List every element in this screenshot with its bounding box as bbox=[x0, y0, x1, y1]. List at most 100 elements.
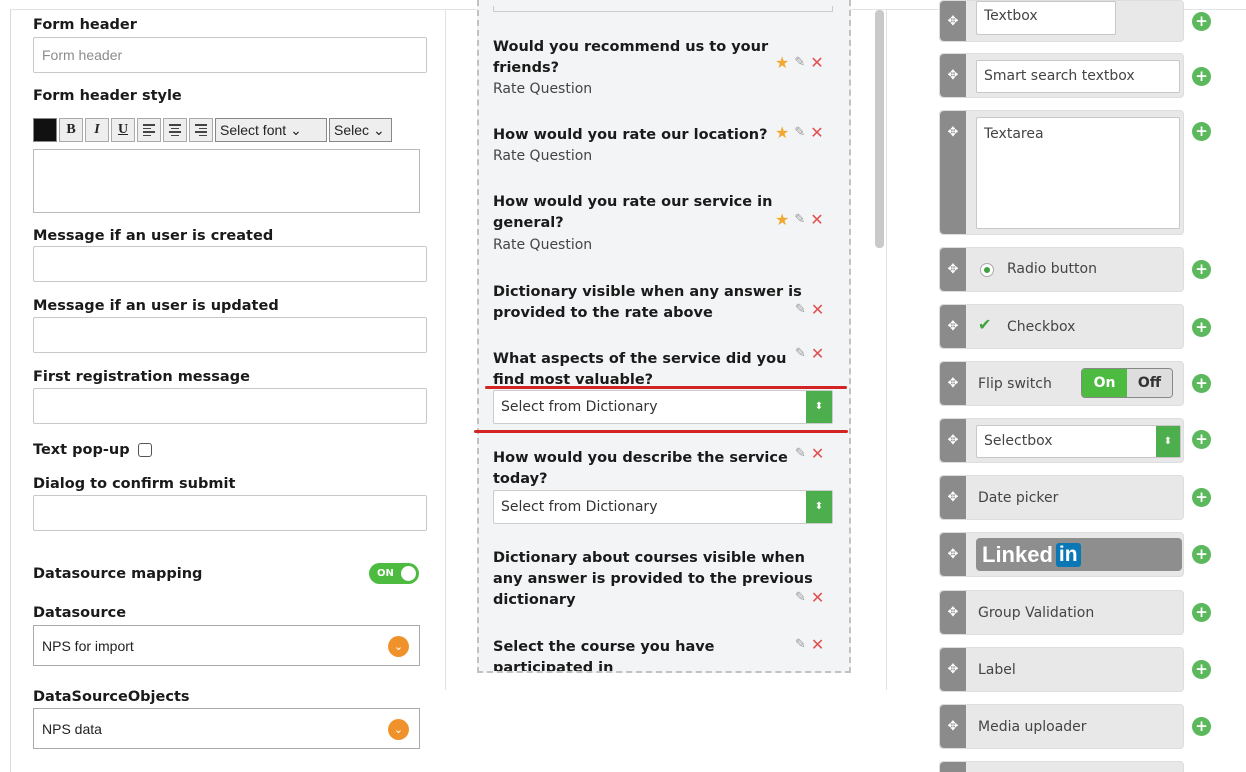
question-title: What aspects of the service did you find… bbox=[493, 351, 787, 388]
delete-icon[interactable]: ✕ bbox=[811, 300, 824, 319]
question-type: Rate Question bbox=[493, 148, 593, 164]
align-left-button[interactable] bbox=[137, 118, 161, 142]
pencil-icon[interactable]: ✎ bbox=[795, 346, 806, 361]
pencil-icon[interactable]: ✎ bbox=[795, 302, 806, 317]
move-icon[interactable]: ✥ bbox=[940, 54, 966, 97]
palette-item-textarea[interactable]: ✥ Textarea bbox=[939, 110, 1184, 235]
palette-item-next[interactable] bbox=[939, 761, 1184, 772]
form-header-placeholder: Form header bbox=[42, 47, 123, 63]
palette-item-date-picker[interactable]: ✥ Date picker bbox=[939, 475, 1184, 520]
align-right-button[interactable] bbox=[189, 118, 213, 142]
plus-icon[interactable]: + bbox=[1192, 318, 1211, 337]
move-icon[interactable]: ✥ bbox=[940, 591, 966, 634]
star-icon: ★ bbox=[775, 210, 790, 229]
palette-item-label[interactable]: ✥ Label bbox=[939, 647, 1184, 692]
delete-icon[interactable]: ✕ bbox=[811, 635, 824, 654]
plus-icon[interactable]: + bbox=[1192, 488, 1211, 507]
move-icon[interactable]: ✥ bbox=[940, 533, 966, 576]
flip-off: Off bbox=[1127, 369, 1172, 397]
pencil-icon[interactable]: ✎ bbox=[795, 590, 806, 605]
move-icon[interactable]: ✥ bbox=[940, 111, 966, 234]
delete-icon[interactable]: ✕ bbox=[811, 344, 824, 363]
datasource-mapping-toggle[interactable]: ON bbox=[369, 563, 419, 584]
select-arrows-icon: ⬍ bbox=[806, 491, 832, 523]
palette-item-linkedin[interactable]: ✥ Linked in bbox=[939, 532, 1184, 577]
move-icon[interactable] bbox=[940, 762, 966, 772]
dialog-confirm-input[interactable] bbox=[33, 495, 427, 531]
dso-value: NPS data bbox=[42, 721, 102, 737]
palette-item-media-uploader[interactable]: ✥ Media uploader bbox=[939, 704, 1184, 749]
highlight-line-top bbox=[485, 386, 847, 389]
plus-icon[interactable]: + bbox=[1192, 122, 1211, 141]
msg-created-input[interactable] bbox=[33, 246, 427, 282]
pencil-icon[interactable]: ✎ bbox=[794, 212, 805, 227]
text-popup-checkbox[interactable] bbox=[138, 443, 152, 457]
move-icon[interactable]: ✥ bbox=[940, 248, 966, 291]
flip-switch[interactable]: On Off bbox=[1081, 368, 1173, 398]
form-header-input[interactable]: Form header bbox=[33, 37, 427, 73]
middle-column-divider bbox=[886, 10, 887, 690]
plus-icon[interactable]: + bbox=[1192, 660, 1211, 679]
question-title: Would you recommend us to your friends? bbox=[493, 39, 769, 76]
scrollbar[interactable] bbox=[875, 10, 884, 248]
palette-textbox-label: Textbox bbox=[976, 1, 1116, 35]
color-picker-button[interactable] bbox=[33, 118, 57, 142]
dictionary-select[interactable]: Select from Dictionary ⬍ bbox=[493, 490, 833, 524]
move-icon[interactable]: ✥ bbox=[940, 305, 966, 348]
pencil-icon[interactable]: ✎ bbox=[794, 125, 805, 140]
question-title: Dictionary visible when any answer is pr… bbox=[493, 284, 802, 321]
plus-icon[interactable]: + bbox=[1192, 374, 1211, 393]
form-header-style-textarea[interactable] bbox=[33, 149, 420, 213]
plus-icon[interactable]: + bbox=[1192, 430, 1211, 449]
plus-icon[interactable]: + bbox=[1192, 717, 1211, 736]
underline-button[interactable]: U bbox=[111, 118, 135, 142]
delete-icon[interactable]: ✕ bbox=[811, 444, 824, 463]
font-select[interactable]: Select font ⌄ bbox=[215, 118, 327, 142]
text-popup-label: Text pop-up bbox=[33, 442, 130, 458]
datasource-value: NPS for import bbox=[42, 638, 134, 654]
palette-group-validation-label: Group Validation bbox=[978, 605, 1095, 621]
palette-item-flip-switch[interactable]: ✥ Flip switch On Off bbox=[939, 361, 1184, 406]
move-icon[interactable]: ✥ bbox=[940, 1, 966, 41]
highlight-line-bottom bbox=[474, 430, 848, 433]
move-icon[interactable]: ✥ bbox=[940, 476, 966, 519]
palette-textarea-label: Textarea bbox=[976, 117, 1180, 229]
pencil-icon[interactable]: ✎ bbox=[795, 446, 806, 461]
msg-updated-input[interactable] bbox=[33, 317, 427, 353]
dso-label: DataSourceObjects bbox=[33, 689, 190, 705]
move-icon[interactable]: ✥ bbox=[940, 648, 966, 691]
checkmark-icon: ✔ bbox=[978, 315, 992, 334]
delete-icon[interactable]: ✕ bbox=[810, 210, 823, 229]
flip-on: On bbox=[1082, 369, 1127, 397]
pencil-icon[interactable]: ✎ bbox=[794, 55, 805, 70]
delete-icon[interactable]: ✕ bbox=[811, 588, 824, 607]
palette-item-selectbox[interactable]: ✥ Selectbox ⬍ bbox=[939, 418, 1184, 463]
move-icon[interactable]: ✥ bbox=[940, 362, 966, 405]
move-icon[interactable]: ✥ bbox=[940, 419, 966, 462]
palette-item-group-validation[interactable]: ✥ Group Validation bbox=[939, 590, 1184, 635]
plus-icon[interactable]: + bbox=[1192, 67, 1211, 86]
plus-icon[interactable]: + bbox=[1192, 603, 1211, 622]
palette-item-checkbox[interactable]: ✥ ✔ Checkbox bbox=[939, 304, 1184, 349]
move-icon[interactable]: ✥ bbox=[940, 705, 966, 748]
plus-icon[interactable]: + bbox=[1192, 545, 1211, 564]
form-header-label: Form header bbox=[33, 17, 137, 33]
plus-icon[interactable]: + bbox=[1192, 260, 1211, 279]
plus-icon[interactable]: + bbox=[1192, 12, 1211, 31]
datasource-select[interactable]: NPS for import ⌄ bbox=[33, 625, 420, 666]
first-reg-input[interactable] bbox=[33, 388, 427, 424]
pencil-icon[interactable]: ✎ bbox=[795, 637, 806, 652]
delete-icon[interactable]: ✕ bbox=[810, 123, 823, 142]
size-select[interactable]: Selec ⌄ bbox=[329, 118, 392, 142]
palette-item-textbox[interactable]: ✥ Textbox bbox=[939, 0, 1184, 42]
align-center-button[interactable] bbox=[163, 118, 187, 142]
dso-select[interactable]: NPS data ⌄ bbox=[33, 708, 420, 749]
dictionary-select[interactable]: Select from Dictionary ⬍ bbox=[493, 390, 833, 424]
bold-button[interactable]: B bbox=[59, 118, 83, 142]
delete-icon[interactable]: ✕ bbox=[810, 53, 823, 72]
italic-button[interactable]: I bbox=[85, 118, 109, 142]
datasource-mapping-label: Datasource mapping bbox=[33, 566, 203, 582]
palette-item-radio[interactable]: ✥ Radio button bbox=[939, 247, 1184, 292]
palette-date-picker-label: Date picker bbox=[978, 490, 1059, 506]
palette-item-smart-search[interactable]: ✥ Smart search textbox bbox=[939, 53, 1184, 98]
